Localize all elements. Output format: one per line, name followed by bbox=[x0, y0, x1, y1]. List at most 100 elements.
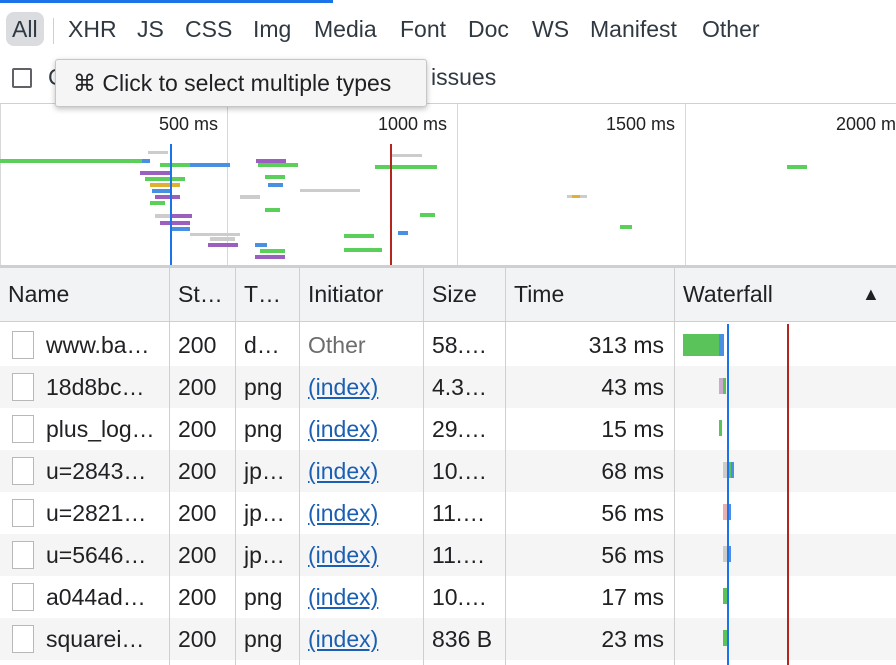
overview-request-bar bbox=[0, 159, 142, 163]
filter-js[interactable]: JS bbox=[137, 12, 164, 46]
active-tab-indicator bbox=[0, 0, 333, 3]
waterfall-load-line bbox=[787, 324, 789, 665]
overview-request-bar bbox=[420, 213, 435, 217]
overview-request-bar bbox=[255, 243, 267, 247]
overview-request-bar bbox=[142, 159, 150, 163]
column-divider[interactable] bbox=[235, 268, 236, 665]
request-size: 11.… bbox=[432, 500, 486, 526]
overview-request-bar bbox=[240, 195, 260, 199]
request-name[interactable]: www.ba… bbox=[38, 324, 169, 366]
overview-request-bar bbox=[787, 165, 807, 169]
request-status: 200 bbox=[178, 626, 217, 652]
document-icon bbox=[12, 331, 34, 359]
column-header-status[interactable]: St… bbox=[170, 268, 235, 321]
checkbox-label-end: issues bbox=[431, 64, 497, 90]
request-name[interactable]: u=2821… bbox=[38, 492, 169, 534]
filter-other[interactable]: Other bbox=[702, 12, 760, 46]
request-size: 10.… bbox=[432, 584, 487, 610]
waterfall-timing-bar bbox=[719, 334, 724, 356]
filter-media[interactable]: Media bbox=[314, 12, 377, 46]
waterfall-timing-bar bbox=[683, 334, 719, 356]
overview-request-bar bbox=[140, 171, 170, 175]
overview-request-bar bbox=[145, 177, 185, 181]
request-initiator[interactable]: (index) bbox=[300, 492, 423, 534]
overview-request-bar bbox=[300, 189, 360, 192]
column-divider[interactable] bbox=[169, 268, 170, 665]
request-type: png bbox=[244, 584, 283, 610]
request-initiator[interactable]: (index) bbox=[300, 450, 423, 492]
column-divider[interactable] bbox=[299, 268, 300, 665]
filter-css[interactable]: CSS bbox=[185, 12, 232, 46]
filter-ws[interactable]: WS bbox=[532, 12, 569, 46]
column-header-initiator[interactable]: Initiator bbox=[300, 268, 423, 321]
filter-manifest[interactable]: Manifest bbox=[590, 12, 677, 46]
request-time: 56 ms bbox=[601, 500, 664, 526]
overview-request-bar bbox=[620, 225, 632, 229]
request-name[interactable]: u=5646… bbox=[38, 534, 169, 576]
column-header-size[interactable]: Size bbox=[424, 268, 505, 321]
request-initiator[interactable]: (index) bbox=[300, 366, 423, 408]
filter-all[interactable]: All bbox=[6, 12, 44, 46]
column-header-time[interactable]: Time bbox=[506, 268, 674, 321]
request-name[interactable]: u=2843… bbox=[38, 450, 169, 492]
column-divider[interactable] bbox=[505, 268, 506, 665]
image-icon bbox=[12, 499, 34, 527]
column-header-name[interactable]: Name bbox=[0, 268, 169, 321]
image-icon bbox=[12, 583, 34, 611]
network-overview[interactable]: 500 ms 1000 ms 1500 ms 2000 ms bbox=[0, 103, 896, 266]
dom-content-loaded-marker bbox=[170, 144, 172, 266]
overview-grid-line bbox=[227, 104, 228, 266]
overview-request-bar bbox=[265, 175, 285, 179]
overview-request-bar bbox=[260, 249, 285, 253]
request-size: 29.… bbox=[432, 416, 487, 442]
filter-separator bbox=[53, 18, 54, 44]
overview-request-bar bbox=[208, 243, 238, 247]
request-initiator[interactable]: (index) bbox=[300, 408, 423, 450]
request-name[interactable]: squarei… bbox=[38, 618, 169, 660]
request-size: 11.… bbox=[432, 542, 486, 568]
column-header-type[interactable]: T… bbox=[236, 268, 299, 321]
overview-tick-label: 2000 ms bbox=[836, 114, 896, 134]
overview-request-bar bbox=[160, 221, 190, 225]
filter-doc[interactable]: Doc bbox=[468, 12, 509, 46]
overview-request-bar bbox=[265, 208, 280, 212]
request-status: 200 bbox=[178, 500, 217, 526]
load-event-marker bbox=[390, 144, 392, 266]
overview-request-bar bbox=[210, 237, 235, 241]
request-name[interactable]: plus_log… bbox=[38, 408, 169, 450]
image-icon bbox=[12, 625, 34, 653]
request-type: png bbox=[244, 626, 283, 652]
request-initiator[interactable]: (index) bbox=[300, 576, 423, 618]
filter-img[interactable]: Img bbox=[253, 12, 291, 46]
request-status: 200 bbox=[178, 332, 217, 358]
blocked-requests-checkbox[interactable] bbox=[12, 68, 32, 88]
filter-xhr[interactable]: XHR bbox=[68, 12, 117, 46]
waterfall-dom-content-loaded-line bbox=[727, 324, 729, 665]
image-icon bbox=[12, 373, 34, 401]
request-status: 200 bbox=[178, 584, 217, 610]
overview-request-bar bbox=[148, 151, 168, 154]
request-status: 200 bbox=[178, 416, 217, 442]
request-type: png bbox=[244, 416, 283, 442]
overview-request-bar bbox=[398, 231, 408, 235]
request-size: 58.… bbox=[432, 332, 487, 358]
column-header-waterfall[interactable]: Waterfall bbox=[675, 268, 855, 321]
request-name[interactable]: a044ad… bbox=[38, 576, 169, 618]
overview-request-bar bbox=[375, 165, 437, 169]
request-initiator[interactable]: (index) bbox=[300, 618, 423, 660]
request-time: 68 ms bbox=[601, 458, 664, 484]
overview-request-bar bbox=[150, 183, 180, 187]
request-name[interactable]: 18d8bc… bbox=[38, 366, 169, 408]
request-type: jp… bbox=[244, 458, 285, 484]
overview-request-bar bbox=[572, 195, 580, 198]
requests-table: Name St… T… Initiator Size Time Waterfal… bbox=[0, 265, 896, 665]
overview-request-bar bbox=[344, 234, 374, 238]
request-time: 15 ms bbox=[601, 416, 664, 442]
request-size: 836 B bbox=[432, 626, 493, 652]
sort-ascending-icon[interactable]: ▲ bbox=[862, 268, 880, 321]
column-divider[interactable] bbox=[423, 268, 424, 665]
request-type: jp… bbox=[244, 500, 285, 526]
filter-font[interactable]: Font bbox=[400, 12, 446, 46]
request-initiator[interactable]: (index) bbox=[300, 534, 423, 576]
request-time: 23 ms bbox=[601, 626, 664, 652]
